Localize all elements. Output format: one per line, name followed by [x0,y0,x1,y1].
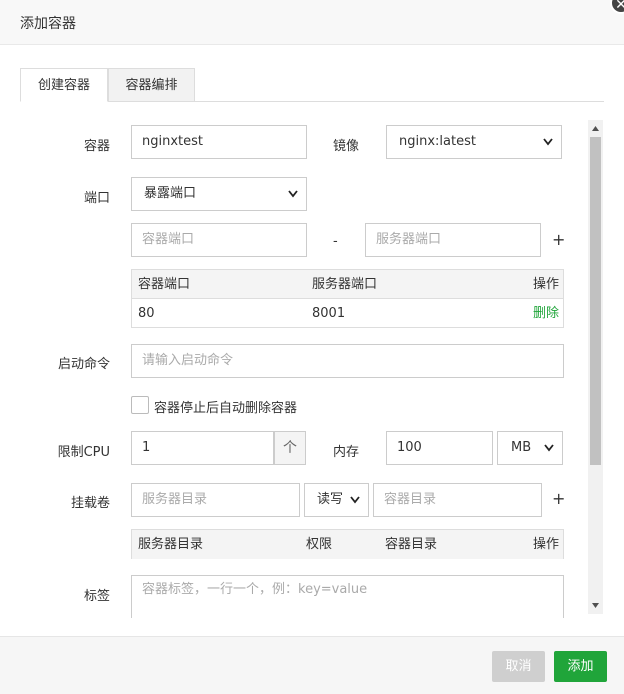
cpu-input[interactable]: 1 [131,431,274,465]
col-container-dir: 容器目录 [385,537,438,552]
port-label: 端口 [83,191,110,206]
col-server-port: 服务器端口 [312,277,378,292]
cpu-stepper[interactable]: 个 [274,431,306,465]
tab-container-compose[interactable]: 容器编排 [108,68,195,102]
table-row: 80 8001 删除 [132,299,563,328]
delete-port-link[interactable]: 删除 [533,299,559,328]
auto-remove-checkbox[interactable] [131,396,149,414]
form-content: 容器 nginxtest 镜像 nginx:latest 端口 暴露端口 容器端… [0,118,604,618]
scroll-down-icon[interactable] [591,601,600,610]
memory-input[interactable]: 100 [386,431,493,465]
image-label: 镜像 [333,139,360,154]
container-name-label: 容器 [83,139,110,154]
tab-create-container[interactable]: 创建容器 [20,68,108,102]
cpu-label: 限制CPU [57,445,110,460]
memory-unit-select[interactable]: MB [497,431,563,465]
row-container-port: 80 [138,306,155,321]
dialog-title: 添加容器 [20,16,76,32]
port-table-header: 容器端口 服务器端口 操作 [132,270,563,299]
memory-label: 内存 [333,445,360,460]
scroll-up-icon[interactable] [591,124,600,133]
image-select-value: nginx:latest [399,134,476,149]
permission-value: 读写 [317,492,344,507]
memory-unit-value: MB [511,440,532,455]
col-volume-action: 操作 [532,537,559,552]
add-button[interactable]: 添加 [554,651,607,682]
chevron-down-icon [288,190,298,198]
form-scrollbar[interactable] [588,120,603,614]
row-server-port: 8001 [312,306,346,321]
permission-select[interactable]: 读写 [304,483,369,517]
chevron-down-icon [544,444,554,452]
dialog-footer: 取消 添加 [0,636,624,694]
chevron-down-icon [350,496,360,504]
chevron-down-icon [543,138,553,146]
port-table: 容器端口 服务器端口 操作 80 8001 删除 [131,269,564,328]
port-separator: - [333,234,338,249]
scroll-thumb[interactable] [590,137,601,465]
col-action: 操作 [532,277,559,292]
volume-table-header: 服务器目录 权限 容器目录 操作 [132,530,563,559]
port-mode-select[interactable]: 暴露端口 [131,177,307,211]
image-select[interactable]: nginx:latest [386,125,562,159]
add-volume-icon[interactable]: + [552,489,565,508]
server-dir-input[interactable]: 服务器目录 [131,483,300,517]
volume-label: 挂载卷 [70,496,110,511]
tags-label: 标签 [83,589,110,604]
cancel-button[interactable]: 取消 [492,651,545,682]
server-port-input[interactable]: 服务器端口 [365,223,541,257]
command-label: 启动命令 [57,357,110,372]
command-input[interactable]: 请输入启动命令 [131,344,564,378]
container-name-input[interactable]: nginxtest [131,125,307,159]
col-container-port: 容器端口 [138,277,191,292]
tags-textarea[interactable]: 容器标签，一行一个，例：key=value [131,575,564,618]
col-permission: 权限 [306,537,333,552]
add-port-icon[interactable]: + [552,230,565,249]
volume-table: 服务器目录 权限 容器目录 操作 [131,529,564,559]
auto-remove-label: 容器停止后自动删除容器 [154,401,298,416]
add-container-dialog: 添加容器 ✕ 创建容器 容器编排 容器 nginxtest 镜像 nginx:l… [0,0,624,694]
container-port-input[interactable]: 容器端口 [131,223,307,257]
port-mode-value: 暴露端口 [144,186,197,201]
container-dir-input[interactable]: 容器目录 [373,483,542,517]
col-server-dir: 服务器目录 [138,537,204,552]
dialog-titlebar: 添加容器 [0,0,624,45]
tab-bar: 创建容器 容器编排 [20,68,604,102]
